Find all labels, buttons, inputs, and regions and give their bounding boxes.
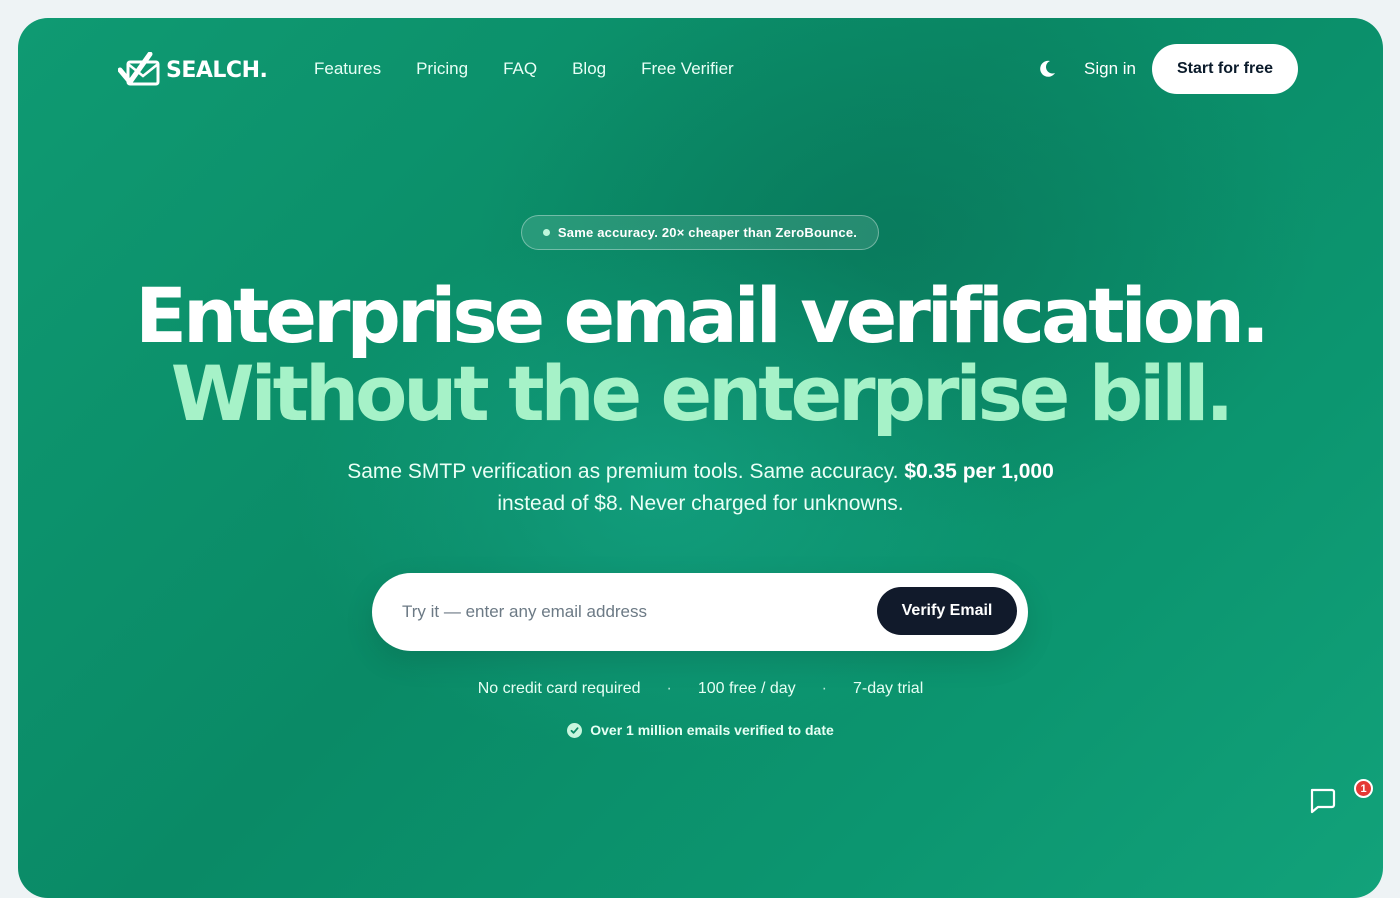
checkmark-envelope-icon (118, 52, 160, 86)
subtext-part-1: Same SMTP verification as premium tools.… (347, 460, 899, 483)
badge-dot-icon (542, 229, 550, 236)
start-for-free-button[interactable]: Start for free (1152, 44, 1298, 94)
brand-name: SEALCH. (166, 57, 268, 83)
hero-section: SEALCH. Features Pricing FAQ Blog Free V… (18, 18, 1383, 898)
nav-link-faq[interactable]: FAQ (503, 58, 537, 80)
nav-link-pricing[interactable]: Pricing (416, 58, 468, 80)
top-nav: SEALCH. Features Pricing FAQ Blog Free V… (18, 18, 1383, 122)
perks-row: No credit card required · 100 free / day… (18, 678, 1383, 700)
check-circle-icon (567, 722, 583, 738)
perk-trial: 7-day trial (853, 680, 924, 697)
subtext-price: $0.35 per 1,000 (904, 460, 1054, 483)
headline-line-2: Without the enterprise bill. (170, 349, 1234, 438)
email-input[interactable] (400, 592, 860, 632)
nav-link-free-verifier[interactable]: Free Verifier (641, 58, 734, 80)
sign-in-link[interactable]: Sign in (1084, 58, 1136, 80)
promo-badge-text: Same accuracy. 20× cheaper than ZeroBoun… (557, 225, 858, 240)
logo[interactable]: SEALCH. (118, 52, 268, 88)
nav-link-blog[interactable]: Blog (572, 58, 606, 80)
chat-bubble-icon[interactable] (1300, 778, 1344, 822)
email-verify-form: Verify Email (372, 573, 1028, 651)
headline-line-1: Enterprise email verification. (135, 271, 1270, 360)
perk-separator: · (821, 680, 827, 697)
moon-icon[interactable] (1036, 58, 1058, 80)
nav-links: Features Pricing FAQ Blog Free Verifier (314, 58, 769, 80)
perk-no-credit-card: No credit card required (477, 680, 641, 697)
nav-link-features[interactable]: Features (314, 58, 381, 80)
perk-free-per-day: 100 free / day (697, 680, 796, 697)
social-proof: Over 1 million emails verified to date (18, 722, 1383, 738)
verify-email-button[interactable]: Verify Email (877, 587, 1017, 635)
chat-unread-badge: 1 (1354, 779, 1373, 798)
perk-separator: · (666, 680, 672, 697)
promo-badge: Same accuracy. 20× cheaper than ZeroBoun… (521, 215, 879, 250)
subtext-part-2: instead of $8. Never charged for unknown… (497, 492, 904, 515)
social-proof-text: Over 1 million emails verified to date (590, 722, 834, 738)
hero-subtext: Same SMTP verification as premium tools.… (18, 456, 1383, 520)
